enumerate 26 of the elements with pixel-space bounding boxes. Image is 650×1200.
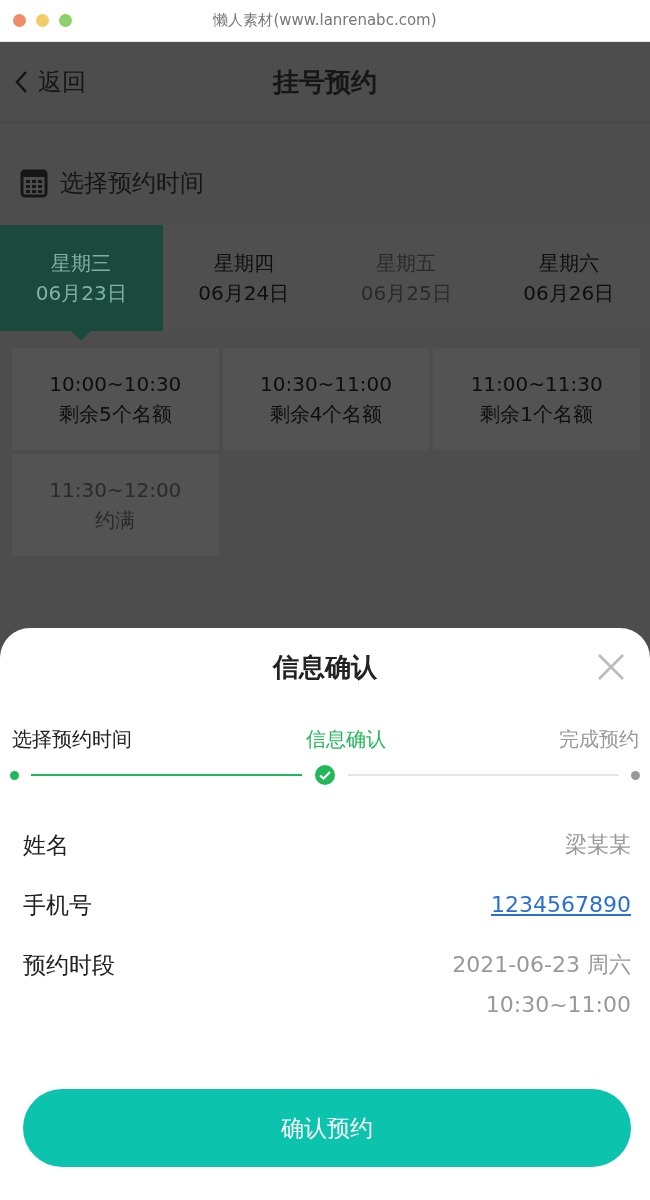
- day-tab[interactable]: 星期三 06月23日: [0, 225, 163, 341]
- calendar-icon: [20, 168, 48, 198]
- field-value: 2021-06-23 周六: [452, 951, 631, 979]
- step-label: 信息确认: [305, 726, 386, 753]
- field-label: 姓名: [23, 831, 69, 860]
- field-label: 预约时段: [23, 951, 115, 980]
- field-label: 手机号: [23, 891, 92, 920]
- close-window-button[interactable]: [13, 14, 26, 27]
- dialog-title: 信息确认: [273, 650, 377, 684]
- day-tab[interactable]: 星期六 06月26日: [487, 225, 650, 341]
- field-value: 梁某某: [565, 831, 631, 859]
- window-title: 懒人素材(www.lanrenabc.com): [213, 11, 437, 29]
- step-label: 完成预约: [559, 726, 639, 753]
- day-tab[interactable]: 星期四 06月24日: [162, 225, 325, 341]
- close-icon[interactable]: [596, 652, 626, 682]
- step-label: 选择预约时间: [12, 726, 132, 753]
- time-slot[interactable]: 10:00~10:30 剩余5个名额: [12, 348, 219, 450]
- minimize-window-button[interactable]: [36, 14, 49, 27]
- maximize-window-button[interactable]: [59, 14, 72, 27]
- time-slot[interactable]: 10:30~11:00 剩余4个名额: [222, 348, 430, 450]
- confirm-button[interactable]: 确认预约: [23, 1089, 631, 1167]
- phone-link[interactable]: 1234567890: [491, 885, 631, 925]
- time-slot[interactable]: 11:00~11:30 剩余1个名额: [433, 348, 640, 450]
- field-value: 10:30~11:00: [485, 991, 631, 1019]
- chevron-left-icon: [14, 70, 28, 94]
- back-button[interactable]: 返回: [14, 66, 86, 98]
